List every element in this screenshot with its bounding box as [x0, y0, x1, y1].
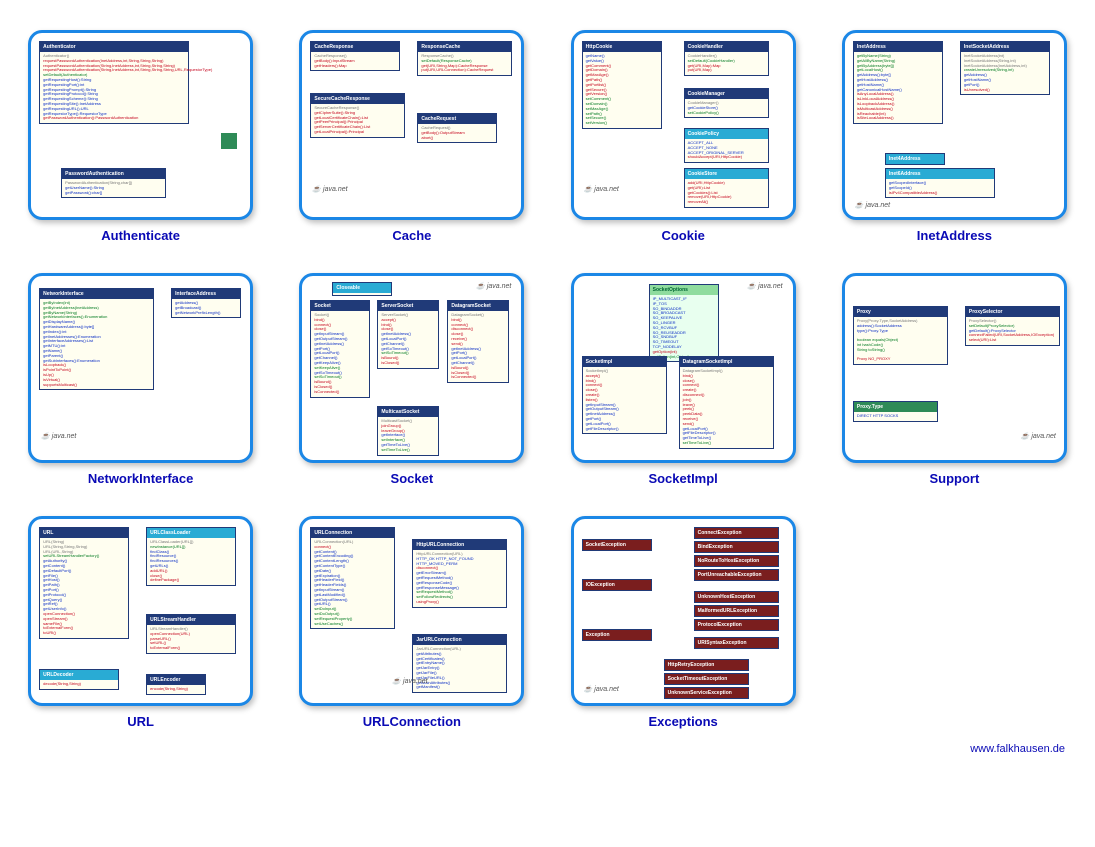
- class-header: URLDecoder: [40, 670, 118, 680]
- class-header: URISyntaxException: [695, 638, 778, 648]
- thumb-urlconnection[interactable]: URLConnection URLConnection(URL) connect…: [299, 516, 524, 706]
- class-header: JarURLConnection: [413, 635, 506, 645]
- thumb-url[interactable]: URL URL(String)URL(String,String,String)…: [28, 516, 253, 706]
- package-label: java.net: [392, 677, 427, 685]
- class-header: SocketException: [583, 540, 651, 550]
- class-header: ProxySelector: [966, 307, 1059, 317]
- diagram-grid: Authenticator Authenticator() requestPas…: [20, 30, 1075, 729]
- class-header: SocketOptions: [650, 285, 718, 295]
- class-header: InetSocketAddress: [961, 42, 1049, 52]
- cell-urlconnection: URLConnection URLConnection(URL) connect…: [291, 516, 532, 729]
- class-header: PasswordAuthentication: [62, 169, 165, 179]
- package-label: java.net: [855, 201, 890, 209]
- class-header: DatagramSocket: [448, 301, 508, 311]
- class-header: CookieStore: [685, 169, 768, 179]
- caption[interactable]: NetworkInterface: [88, 471, 193, 486]
- package-label: java.net: [476, 282, 511, 290]
- package-label: java.net: [584, 685, 619, 693]
- class-header: CacheRequest: [418, 114, 496, 124]
- cell-exceptions: SocketException ConnectException BindExc…: [563, 516, 804, 729]
- class-header: InetAddress: [854, 42, 942, 52]
- footer-link[interactable]: www.falkhausen.de: [20, 743, 1075, 755]
- thumb-socket[interactable]: Closeable Socket Socket()bind() connect(…: [299, 273, 524, 463]
- thumb-cache[interactable]: CacheResponse CacheResponse() getBody():…: [299, 30, 524, 220]
- cell-authenticate: Authenticator Authenticator() requestPas…: [20, 30, 261, 243]
- package-label: java.net: [747, 282, 782, 290]
- class-header: SecureCacheResponse: [311, 94, 404, 104]
- caption[interactable]: Socket: [391, 471, 434, 486]
- class-header: Inet4Address: [886, 154, 944, 164]
- class-header: Socket: [311, 301, 369, 311]
- class-header: URL: [40, 528, 128, 538]
- cell-support: Proxy Proxy(Proxy.Type,SocketAddress) ad…: [834, 273, 1075, 486]
- caption[interactable]: Cookie: [661, 228, 704, 243]
- class-header: URLEncoder: [147, 675, 205, 685]
- class-header: HttpURLConnection: [413, 540, 506, 550]
- caption[interactable]: InetAddress: [917, 228, 992, 243]
- class-header: MalformedURLException: [695, 606, 778, 616]
- thumb-support[interactable]: Proxy Proxy(Proxy.Type,SocketAddress) ad…: [842, 273, 1067, 463]
- class-header: UnknownServiceException: [665, 688, 748, 698]
- thumb-cookie[interactable]: HttpCookie getName()getValue() getCommen…: [571, 30, 796, 220]
- cell-url: URL URL(String)URL(String,String,String)…: [20, 516, 261, 729]
- class-header: Inet6Address: [886, 169, 994, 179]
- class-header: ResponseCache: [418, 42, 511, 52]
- class-header: Exception: [583, 630, 651, 640]
- package-label: java.net: [1021, 432, 1056, 440]
- package-label: java.net: [312, 185, 347, 193]
- cell-socketimpl: SocketOptions IP_MULTICAST_IFIP_TOS SO_B…: [563, 273, 804, 486]
- caption[interactable]: URL: [127, 714, 154, 729]
- package-label: java.net: [41, 432, 76, 440]
- class-header: Authenticator: [40, 42, 188, 52]
- class-header: Proxy.Type: [854, 402, 937, 412]
- thumb-socketimpl[interactable]: SocketOptions IP_MULTICAST_IFIP_TOS SO_B…: [571, 273, 796, 463]
- caption[interactable]: Exceptions: [648, 714, 717, 729]
- cell-networkinterface: NetworkInterface getByIndex(int) getByIn…: [20, 273, 261, 486]
- class-header: HttpCookie: [583, 42, 661, 52]
- class-header: MulticastSocket: [378, 407, 438, 417]
- class-header: URLStreamHandler: [147, 615, 235, 625]
- class-header: SocketImpl: [583, 357, 666, 367]
- package-label: java.net: [584, 185, 619, 193]
- class-header: CookiePolicy: [685, 129, 768, 139]
- cell-cookie: HttpCookie getName()getValue() getCommen…: [563, 30, 804, 243]
- class-header: HttpRetryException: [665, 660, 748, 670]
- class-header: URLConnection: [311, 528, 394, 538]
- class-header: IOException: [583, 580, 651, 590]
- class-header: ProtocolException: [695, 620, 778, 630]
- cell-inetaddress: InetAddress getByName(String) getAllByNa…: [834, 30, 1075, 243]
- thumb-inetaddress[interactable]: InetAddress getByName(String) getAllByNa…: [842, 30, 1067, 220]
- thumb-networkinterface[interactable]: NetworkInterface getByIndex(int) getByIn…: [28, 273, 253, 463]
- class-header: BindException: [695, 542, 778, 552]
- cell-cache: CacheResponse CacheResponse() getBody():…: [291, 30, 532, 243]
- class-header: NoRouteToHostException: [695, 556, 778, 566]
- caption[interactable]: SocketImpl: [648, 471, 717, 486]
- class-header: DatagramSocketImpl: [680, 357, 773, 367]
- class-header: SocketTimeoutException: [665, 674, 748, 684]
- class-header: Proxy: [854, 307, 947, 317]
- thumb-exceptions[interactable]: SocketException ConnectException BindExc…: [571, 516, 796, 706]
- class-header: ConnectException: [695, 528, 778, 538]
- class-header: NetworkInterface: [40, 289, 153, 299]
- caption[interactable]: URLConnection: [363, 714, 461, 729]
- class-header: InterfaceAddress: [172, 289, 240, 299]
- class-header: ServerSocket: [378, 301, 438, 311]
- thumb-authenticate[interactable]: Authenticator Authenticator() requestPas…: [28, 30, 253, 220]
- caption[interactable]: Support: [929, 471, 979, 486]
- class-header: CacheResponse: [311, 42, 399, 52]
- class-header: URLClassLoader: [147, 528, 235, 538]
- class-header: CookieHandler: [685, 42, 768, 52]
- caption[interactable]: Cache: [392, 228, 431, 243]
- class-header: CookieManager: [685, 89, 768, 99]
- caption[interactable]: Authenticate: [101, 228, 180, 243]
- class-header: PortUnreachableException: [695, 570, 778, 580]
- class-header: UnknownHostException: [695, 592, 778, 602]
- cell-socket: Closeable Socket Socket()bind() connect(…: [291, 273, 532, 486]
